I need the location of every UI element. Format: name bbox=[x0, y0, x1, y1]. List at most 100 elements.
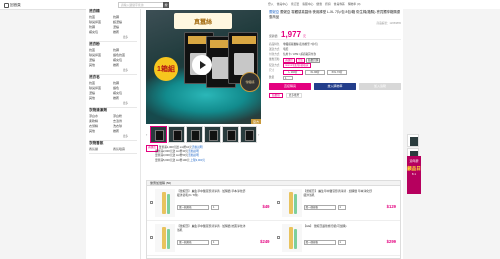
gallery-caption: 官方 bbox=[250, 119, 261, 124]
bundle-item-name[interactable]: 【HE】 蕾妮亞護墊旅行組(可加購) bbox=[304, 224, 374, 229]
promo-link[interactable]: 活動說明 bbox=[188, 150, 199, 153]
search-button[interactable]: 搜 bbox=[163, 2, 169, 8]
promo-line: 單筆滿5,000元送 mo幣100元 上限3,000元 bbox=[146, 159, 261, 164]
sidebar-item[interactable]: 其他 bbox=[89, 129, 113, 134]
sidebar-item[interactable]: 補充包 bbox=[89, 30, 113, 35]
spec-value: 零觸感真蠶絲 夜用褲型 7片/包 bbox=[283, 43, 318, 47]
more-recommend-button[interactable]: 更多推薦 bbox=[285, 92, 303, 98]
sidebar-item[interactable]: 香氛噴霧 bbox=[113, 147, 137, 152]
bundle-item-image[interactable] bbox=[155, 224, 175, 252]
sidebar-more-link[interactable]: 更多 bbox=[86, 134, 140, 139]
bundle-checkbox[interactable] bbox=[276, 201, 280, 204]
home-link[interactable]: 回首頁 bbox=[4, 2, 30, 8]
bundle-item-image[interactable] bbox=[155, 189, 175, 217]
add-to-favorites-button[interactable]: 加入追蹤 bbox=[359, 82, 401, 90]
promo-text: 單筆滿3,000元送 mo幣50元 bbox=[155, 154, 189, 157]
sidebar-more-link[interactable]: 更多 bbox=[86, 101, 140, 106]
qty-select[interactable]: 1 bbox=[283, 75, 293, 80]
chevron-right-icon[interactable]: › bbox=[258, 132, 261, 137]
spec-value: 信用卡 / ATM / 超商取貨付款 bbox=[283, 52, 316, 56]
shipping-option[interactable]: momo宅配/超商取貨 bbox=[283, 62, 401, 68]
bundle-option-select[interactable]: 選一個規格 bbox=[303, 205, 336, 210]
thumbnail[interactable] bbox=[168, 126, 185, 143]
sidebar-items: 抗菌 抗蹣 除臭抑菌 護色 濃縮 補充包 其他 推薦 bbox=[86, 81, 140, 101]
bundle-checkbox[interactable] bbox=[276, 236, 280, 239]
promo-text: 單筆滿2,000元送 mo幣30元 bbox=[155, 149, 189, 153]
home-icon bbox=[4, 2, 9, 8]
nav-member[interactable]: 會員中心 bbox=[277, 2, 288, 6]
bundle-qty-select[interactable]: 1 bbox=[211, 240, 219, 245]
search-input[interactable]: 請輸入關鍵字查詢 bbox=[118, 2, 164, 8]
thumbnail[interactable] bbox=[222, 126, 239, 143]
promo-text: 單筆滿5,000元送 mo幣100元 bbox=[155, 158, 191, 162]
bundle-item-image[interactable] bbox=[281, 189, 302, 217]
divider bbox=[89, 139, 137, 140]
bundle-item-name[interactable]: 【蕾妮亞】 麗生草中醫豆漿清淨清 · 加購價 草本淨化舒緩沐浴乳 bbox=[304, 189, 374, 198]
size-option[interactable]: XXL 72片 bbox=[327, 69, 347, 75]
buy-now-button[interactable]: 直接購買 bbox=[269, 82, 311, 90]
bundle-item: 【蕾妮亞】 麗生草中醫豆漿清淨清 · 加購價 抗菌淨化沐浴乳 選一個規格 1 $… bbox=[147, 221, 274, 256]
brand-link[interactable]: 蕾妮亞 bbox=[269, 10, 279, 14]
bundle-checkbox[interactable] bbox=[150, 236, 153, 239]
promo-banner[interactable]: 週年慶 顧品日 8.1 bbox=[407, 156, 421, 194]
sidebar-item[interactable]: 其他 bbox=[89, 63, 113, 68]
sidebar-item[interactable]: 其他 bbox=[89, 96, 113, 101]
sidebar-items: 香氛袋 香氛噴霧 bbox=[86, 147, 140, 152]
nav-discount[interactable]: 優惠 bbox=[316, 2, 322, 6]
nav-coupon[interactable]: 折扣 bbox=[325, 2, 331, 6]
thumbnail[interactable] bbox=[150, 126, 167, 143]
thumbnail[interactable] bbox=[204, 126, 221, 143]
nav-cart[interactable]: 購物車 (0) bbox=[348, 2, 361, 6]
bundle-item-name[interactable]: 【蕾妮亞】 麗生草中醫豆漿清淨清 · 加購價 草本淨化舒緩沐浴乳(9 / 6件) bbox=[177, 189, 247, 198]
sidebar-item[interactable]: 推薦 bbox=[113, 129, 137, 134]
nav-login[interactable]: 登入 bbox=[268, 2, 274, 6]
sidebar-more-link[interactable]: 更多 bbox=[86, 68, 140, 73]
bundle-option-select[interactable]: 選一個規格 bbox=[303, 240, 336, 245]
bundle-qty-select[interactable]: 1 bbox=[337, 240, 346, 245]
bundle-item-name[interactable]: 【蕾妮亞】 麗生草中醫豆漿清淨清 · 加購價 抗菌淨化沐浴乳 bbox=[177, 224, 247, 233]
bundle-option-select[interactable]: 選一個規格 bbox=[177, 240, 209, 245]
thumbnail[interactable] bbox=[240, 126, 257, 143]
bundle-qty-select[interactable]: 1 bbox=[337, 205, 346, 210]
size-option[interactable]: L 102片 bbox=[283, 69, 303, 75]
points-exchange-button[interactable]: 點數換 bbox=[269, 92, 283, 98]
add-to-cart-button[interactable]: 放入購物車 bbox=[314, 82, 356, 90]
bundle-checkbox[interactable] bbox=[150, 201, 153, 204]
bundle-options: 選一個規格 1 bbox=[303, 240, 346, 245]
spec-value: 宅配 bbox=[283, 47, 289, 51]
nav-service[interactable]: 客服中心 bbox=[302, 2, 313, 6]
radio-shipping[interactable]: momo宅配/超商取貨 bbox=[283, 62, 311, 68]
recent-item[interactable] bbox=[407, 134, 419, 147]
size-option[interactable]: XL 96片 bbox=[305, 69, 325, 75]
sidebar-item[interactable]: 推薦 bbox=[113, 30, 137, 35]
qty-row: 1 bbox=[283, 75, 401, 80]
bundle-section: 優惠加價購 (50) 【蕾妮亞】 麗生草中醫豆漿清淨清 · 加購價 草本淨化舒緩… bbox=[146, 180, 401, 259]
bundle-qty-select[interactable]: 1 bbox=[211, 205, 219, 210]
bundle-item-image[interactable] bbox=[281, 224, 302, 252]
seal-badge: 零觸感 bbox=[240, 72, 260, 92]
product-main-image[interactable]: 真蠶絲 1箱組 零觸感 官方 bbox=[146, 10, 261, 124]
share-row: 點數換 更多推薦 bbox=[269, 92, 401, 98]
banner-sub: 8.1 bbox=[411, 172, 417, 176]
bundle-options: 選一個規格 1 bbox=[177, 205, 219, 210]
nav-orders[interactable]: 查訂單 bbox=[291, 2, 299, 6]
product-title-text: 蕾妮亞 零觸感真蠶絲 夜用褲型 L-XL 7片/包 8包/箱 衛生棉(箱購)-會… bbox=[269, 10, 401, 19]
sidebar-item[interactable]: 推薦 bbox=[113, 96, 137, 101]
sidebar-more-link[interactable]: 更多 bbox=[86, 35, 140, 40]
chevron-left-icon[interactable]: ‹ bbox=[146, 132, 149, 137]
category-sidebar: 洗衣精 抗菌 抗蹣 除臭抑菌 超濃縮 防蹣 濃縮 補充包 推薦 更多 洗衣粉 抗菌 抗蹣 除臭抑菌 護色抗菌… bbox=[86, 9, 141, 259]
shipping-label: 配送方式 bbox=[269, 63, 280, 67]
promo-link[interactable]: 上限3,000元 bbox=[190, 159, 205, 162]
thumbnail[interactable] bbox=[186, 126, 203, 143]
sidebar-item[interactable]: 香氛袋 bbox=[89, 147, 113, 152]
sidebar-item[interactable]: 推薦 bbox=[113, 63, 137, 68]
qty-label: 數量 bbox=[269, 75, 275, 79]
product-info: 蕾妮亞 蕾妮亞 零觸感真蠶絲 夜用褲型 L-XL 7片/包 8包/箱 衛生棉(箱… bbox=[269, 10, 401, 98]
spec-key: 運送方式 bbox=[269, 47, 280, 51]
spec-key: 商品特色 bbox=[269, 43, 280, 47]
bundle-option-select[interactable]: 選一個規格 bbox=[177, 205, 209, 210]
play-video-icon[interactable] bbox=[192, 55, 212, 75]
sidebar-items: 抗菌 抗蹣 除臭抑菌 護色抗菌 濃縮 補充包 其他 推薦 bbox=[86, 48, 140, 68]
promo-link[interactable]: 活動說明 bbox=[188, 154, 199, 157]
nav-member-zone[interactable]: 會員專區 bbox=[334, 2, 345, 6]
